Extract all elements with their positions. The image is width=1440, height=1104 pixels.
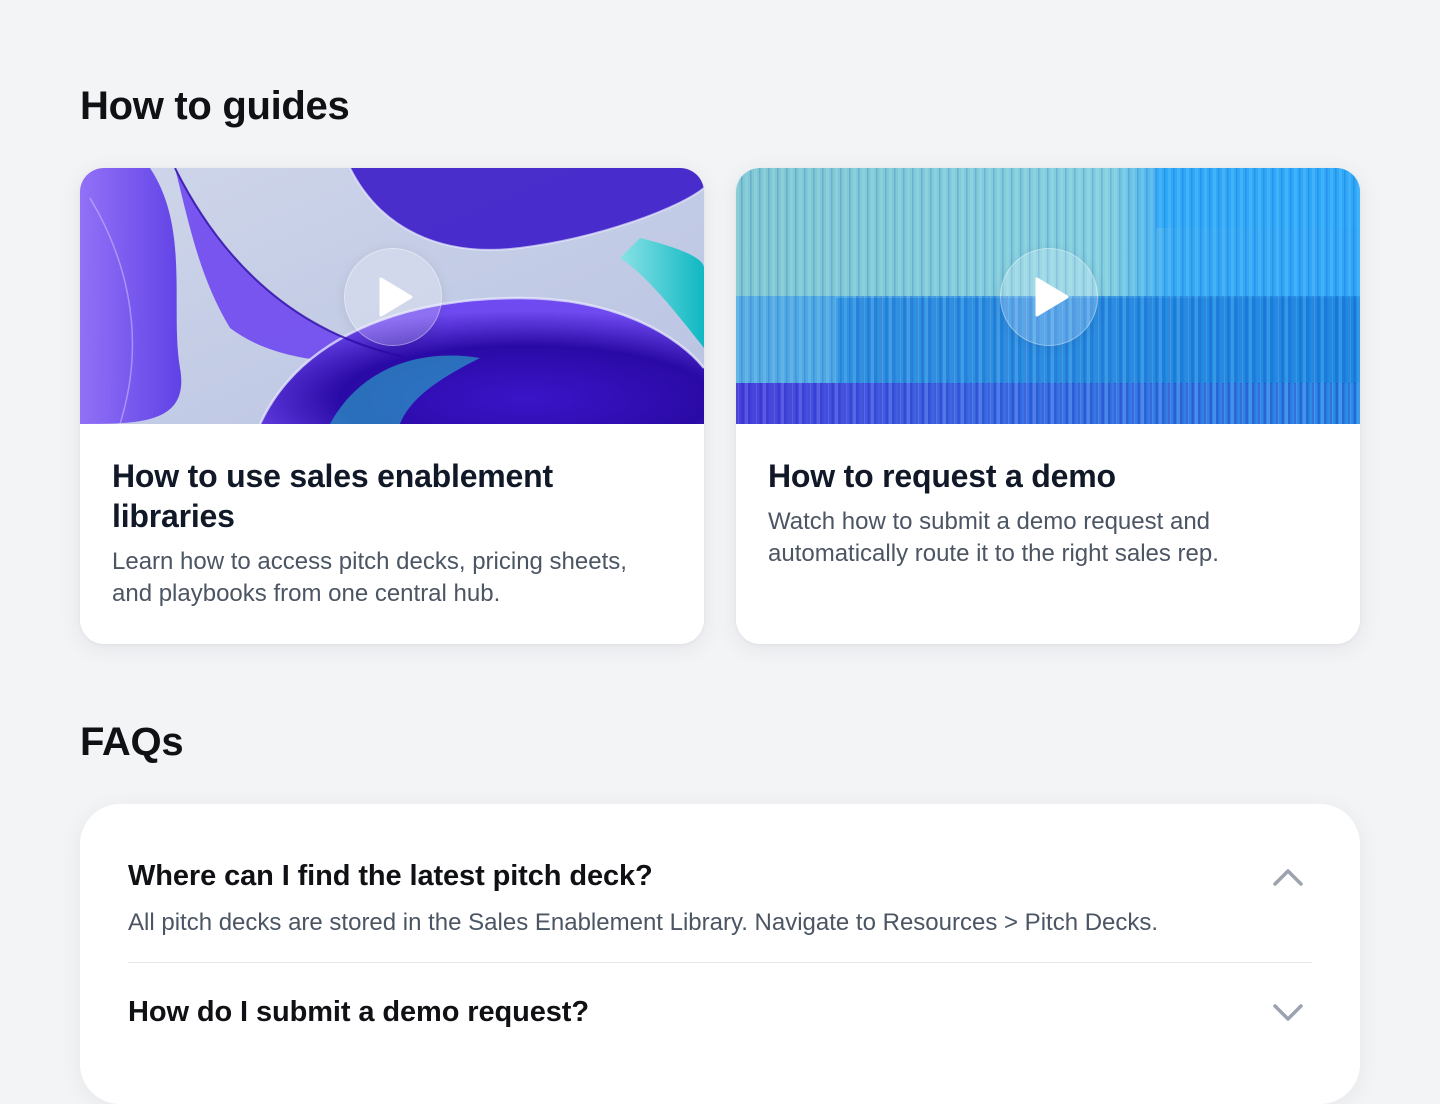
chevron-down-icon[interactable] bbox=[1272, 997, 1304, 1029]
chevron-up-icon[interactable] bbox=[1272, 861, 1304, 893]
card-description: Learn how to access pitch decks, pricing… bbox=[112, 548, 627, 607]
guide-card-request-demo[interactable]: How to request a demo Watch how to submi… bbox=[736, 168, 1360, 644]
guide-card-sales-libraries[interactable]: How to use sales enablement libraries Le… bbox=[80, 168, 704, 644]
faq-question: How do I submit a demo request? bbox=[128, 996, 589, 1028]
page: How to guides How to use sales enablemen… bbox=[0, 0, 1440, 1104]
video-thumbnail[interactable] bbox=[80, 168, 704, 424]
guides-section-title: How to guides bbox=[80, 84, 350, 128]
faq-question-toggle[interactable]: How do I submit a demo request? bbox=[128, 996, 1312, 1029]
card-title: How to use sales enablement libraries bbox=[112, 458, 553, 534]
card-body: How to request a demo Watch how to submi… bbox=[736, 424, 1360, 570]
card-body: How to use sales enablement libraries Le… bbox=[80, 424, 704, 610]
divider bbox=[128, 962, 1312, 963]
guides-list: How to use sales enablement libraries Le… bbox=[80, 168, 1360, 644]
faq-section-title: FAQs bbox=[80, 720, 184, 764]
card-title: How to request a demo bbox=[768, 458, 1116, 494]
faq-item: How do I submit a demo request? bbox=[128, 996, 1312, 1029]
video-thumbnail[interactable] bbox=[736, 168, 1360, 424]
faq-question-toggle[interactable]: Where can I find the latest pitch deck? bbox=[128, 860, 1312, 893]
faq-accordion: Where can I find the latest pitch deck? … bbox=[80, 804, 1360, 1104]
faq-item: Where can I find the latest pitch deck? … bbox=[128, 860, 1312, 939]
faq-answer: All pitch decks are stored in the Sales … bbox=[128, 909, 1159, 936]
play-icon bbox=[379, 277, 413, 317]
play-icon bbox=[1035, 277, 1069, 317]
play-button[interactable] bbox=[344, 248, 442, 346]
faq-question: Where can I find the latest pitch deck? bbox=[128, 860, 653, 892]
play-button[interactable] bbox=[1000, 248, 1098, 346]
card-description: Watch how to submit a demo request and a… bbox=[768, 508, 1219, 567]
